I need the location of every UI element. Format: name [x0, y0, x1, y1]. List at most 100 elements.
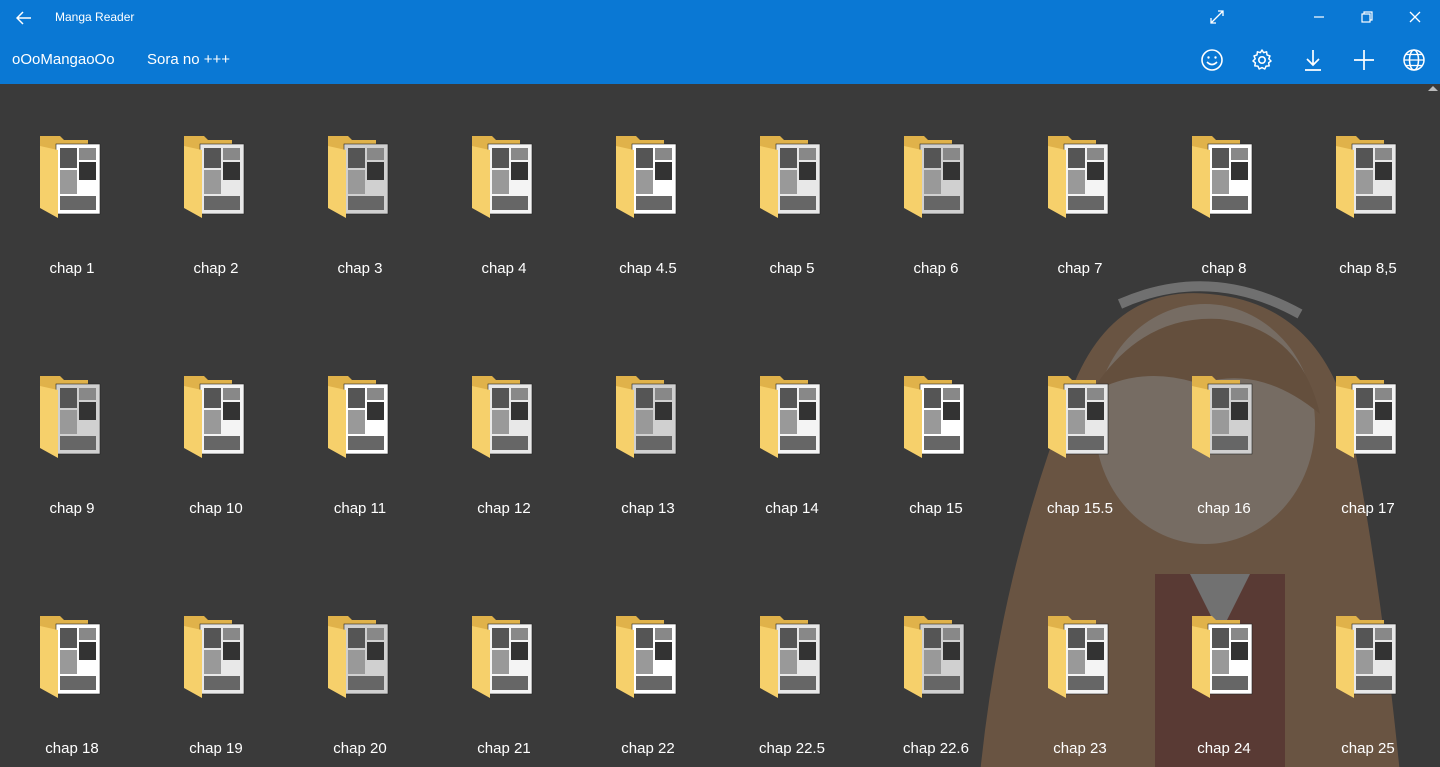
folder-icon: [1048, 136, 1109, 218]
folder-item[interactable]: chap 7: [1008, 84, 1152, 284]
folder-icon: [1336, 376, 1397, 458]
folder-label: chap 22.5: [759, 740, 825, 757]
folder-item[interactable]: chap 22: [576, 564, 720, 764]
folder-icon: [616, 136, 677, 218]
folder-icon: [1336, 136, 1397, 218]
folder-label: chap 3: [337, 260, 383, 277]
folder-label: chap 20: [333, 740, 387, 757]
folder-item[interactable]: chap 4.5: [576, 84, 720, 284]
download-icon[interactable]: [1293, 44, 1333, 76]
folder-item[interactable]: chap 15: [864, 324, 1008, 524]
folder-label: chap 4.5: [619, 260, 677, 277]
folder-item[interactable]: chap 3: [288, 84, 432, 284]
add-icon[interactable]: [1344, 44, 1384, 76]
folder-label: chap 13: [621, 500, 675, 517]
breadcrumb-root[interactable]: oOoMangaoOo: [12, 51, 115, 68]
folder-label: chap 15: [909, 500, 963, 517]
folder-label: chap 5: [769, 260, 815, 277]
folder-icon: [328, 376, 389, 458]
folder-item[interactable]: chap 22.6: [864, 564, 1008, 764]
folder-item[interactable]: chap 22.5: [720, 564, 864, 764]
folder-item[interactable]: chap 5: [720, 84, 864, 284]
window-title: Manga Reader: [55, 10, 135, 24]
restore-icon[interactable]: [1344, 0, 1390, 34]
folder-icon: [904, 376, 965, 458]
folder-icon: [1192, 616, 1253, 698]
folder-item[interactable]: chap 14: [720, 324, 864, 524]
folder-icon: [1192, 136, 1253, 218]
folder-label: chap 8: [1201, 260, 1247, 277]
folder-label: chap 11: [333, 500, 387, 517]
folder-item[interactable]: chap 20: [288, 564, 432, 764]
folder-label: chap 2: [193, 260, 239, 277]
folder-item[interactable]: chap 25: [1296, 564, 1426, 764]
folder-item[interactable]: chap 13: [576, 324, 720, 524]
folder-item[interactable]: chap 8,5: [1296, 84, 1426, 284]
folder-icon: [760, 376, 821, 458]
folder-icon: [184, 136, 245, 218]
folder-item[interactable]: chap 4: [432, 84, 576, 284]
app-bar: oOoMangaoOo Sora no +++: [0, 36, 1440, 84]
vertical-scrollbar[interactable]: [1426, 84, 1440, 767]
folder-label: chap 9: [49, 500, 95, 517]
folder-item[interactable]: chap 24: [1152, 564, 1296, 764]
folder-icon: [40, 136, 101, 218]
folder-icon: [904, 136, 965, 218]
folder-item[interactable]: chap 18: [0, 564, 144, 764]
minimize-icon[interactable]: [1296, 0, 1342, 34]
folder-label: chap 4: [481, 260, 527, 277]
folder-label: chap 19: [189, 740, 243, 757]
folder-icon: [328, 616, 389, 698]
globe-icon[interactable]: [1394, 44, 1434, 76]
folder-item[interactable]: chap 19: [144, 564, 288, 764]
folder-icon: [472, 136, 533, 218]
close-icon[interactable]: [1392, 0, 1438, 34]
folder-icon: [184, 616, 245, 698]
folder-icon: [1192, 376, 1253, 458]
scroll-up-arrow-icon[interactable]: [1428, 86, 1438, 91]
folder-icon: [1336, 616, 1397, 698]
smiley-icon[interactable]: [1192, 44, 1232, 76]
folder-item[interactable]: chap 6: [864, 84, 1008, 284]
folder-icon: [1048, 616, 1109, 698]
expand-icon[interactable]: [1194, 0, 1240, 34]
title-bar: Manga Reader: [0, 0, 1440, 36]
folder-item[interactable]: chap 10: [144, 324, 288, 524]
folder-icon: [40, 616, 101, 698]
folder-icon: [328, 136, 389, 218]
folder-item[interactable]: chap 12: [432, 324, 576, 524]
folder-icon: [616, 376, 677, 458]
folder-label: chap 22: [621, 740, 675, 757]
gear-icon[interactable]: [1242, 44, 1282, 76]
folder-label: chap 23: [1053, 740, 1107, 757]
folder-icon: [616, 616, 677, 698]
folder-item[interactable]: chap 21: [432, 564, 576, 764]
folder-label: chap 1: [49, 260, 95, 277]
folder-label: chap 16: [1197, 500, 1251, 517]
folder-label: chap 18: [45, 740, 99, 757]
folder-label: chap 22.6: [903, 740, 969, 757]
folder-icon: [472, 616, 533, 698]
folder-item[interactable]: chap 16: [1152, 324, 1296, 524]
folder-icon: [760, 616, 821, 698]
folder-label: chap 14: [765, 500, 819, 517]
folder-icon: [184, 376, 245, 458]
folder-item[interactable]: chap 15.5: [1008, 324, 1152, 524]
folder-icon: [472, 376, 533, 458]
back-arrow-icon[interactable]: [10, 5, 38, 31]
folder-item[interactable]: chap 9: [0, 324, 144, 524]
folder-label: chap 24: [1197, 740, 1251, 757]
folder-icon: [904, 616, 965, 698]
folder-item[interactable]: chap 2: [144, 84, 288, 284]
breadcrumb-current[interactable]: Sora no +++: [147, 51, 230, 68]
folder-item[interactable]: chap 8: [1152, 84, 1296, 284]
folder-label: chap 15.5: [1047, 500, 1113, 517]
folder-item[interactable]: chap 1: [0, 84, 144, 284]
folder-icon: [760, 136, 821, 218]
folder-icon: [1048, 376, 1109, 458]
folder-item[interactable]: chap 17: [1296, 324, 1426, 524]
folder-item[interactable]: chap 11: [288, 324, 432, 524]
folder-label: chap 17: [1341, 500, 1395, 517]
folder-item[interactable]: chap 23: [1008, 564, 1152, 764]
folder-view: chap 1 chap 2 chap 3 chap 4 chap 4.5 chap 5 ch…: [0, 84, 1426, 767]
